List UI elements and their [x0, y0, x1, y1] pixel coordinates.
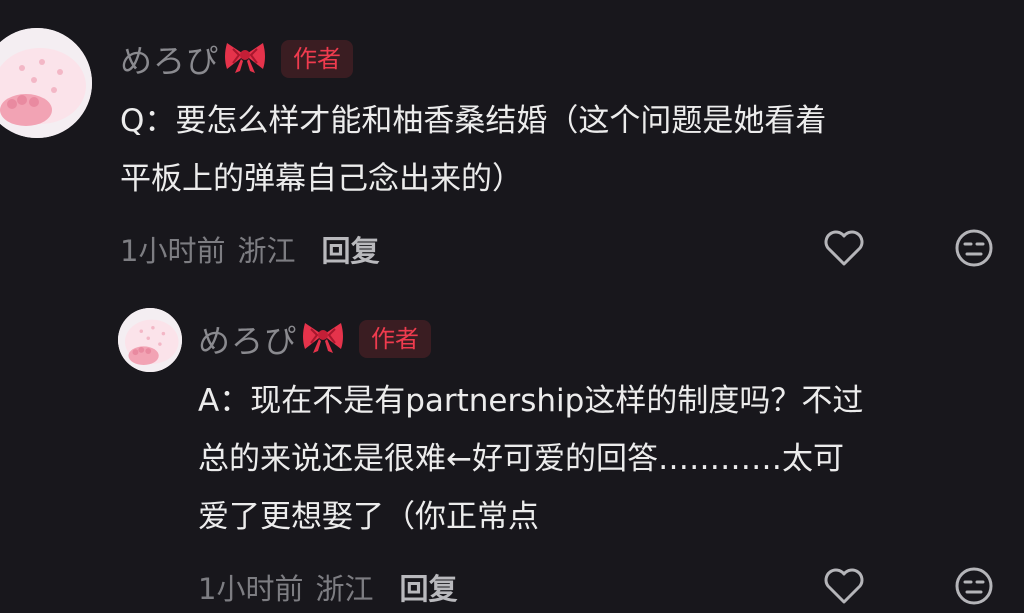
- author-badge: 作者: [281, 40, 354, 78]
- comment-text: A：现在不是有partnership这样的制度吗？不过 总的来说还是很难←好可爱…: [198, 372, 863, 546]
- location: 浙江: [237, 234, 296, 268]
- dislike-button[interactable]: [952, 226, 996, 270]
- comment-text: Q：要怎么样才能和柚香桑结婚（这个问题是她看着 平板上的弹幕自己念出来的）: [120, 92, 826, 208]
- author-badge: 作者: [359, 320, 432, 358]
- bow-emoji-icon: [301, 319, 345, 359]
- dislike-button[interactable]: [952, 564, 996, 608]
- neutral-face-icon: [955, 567, 993, 605]
- heart-outline-icon: [824, 230, 864, 266]
- bow-emoji-icon: [223, 39, 267, 79]
- username[interactable]: めろぴ: [120, 36, 219, 82]
- like-button[interactable]: [822, 564, 866, 608]
- username[interactable]: めろぴ: [198, 316, 297, 362]
- location: 浙江: [315, 572, 374, 606]
- timestamp: 1小时前: [120, 234, 226, 268]
- comment-header: めろぴ 作者: [198, 316, 432, 362]
- comment-header: めろぴ 作者: [120, 36, 354, 82]
- comment-meta: 1小时前 浙江 回复: [120, 228, 379, 270]
- reply-button[interactable]: 回复: [399, 566, 457, 608]
- comment-line: Q：要怎么样才能和柚香桑结婚（这个问题是她看着: [120, 103, 827, 139]
- timestamp: 1小时前: [198, 572, 304, 606]
- reply-button[interactable]: 回复: [321, 228, 379, 270]
- avatar[interactable]: [0, 28, 92, 138]
- like-button[interactable]: [822, 226, 866, 270]
- neutral-face-icon: [955, 229, 993, 267]
- cat-paw-avatar-icon: [118, 308, 182, 372]
- avatar[interactable]: [118, 308, 182, 372]
- comment-line: A：现在不是有partnership这样的制度吗？不过: [198, 383, 864, 419]
- comment-line: 平板上的弹幕自己念出来的）: [120, 161, 523, 197]
- heart-outline-icon: [824, 568, 864, 604]
- comment-line: 爱了更想娶了（你正常点: [198, 499, 539, 535]
- cat-paw-avatar-icon: [0, 28, 92, 138]
- comment-line: 总的来说还是很难←好可爱的回答…………太可: [198, 441, 844, 477]
- comment-meta: 1小时前 浙江 回复: [198, 566, 457, 608]
